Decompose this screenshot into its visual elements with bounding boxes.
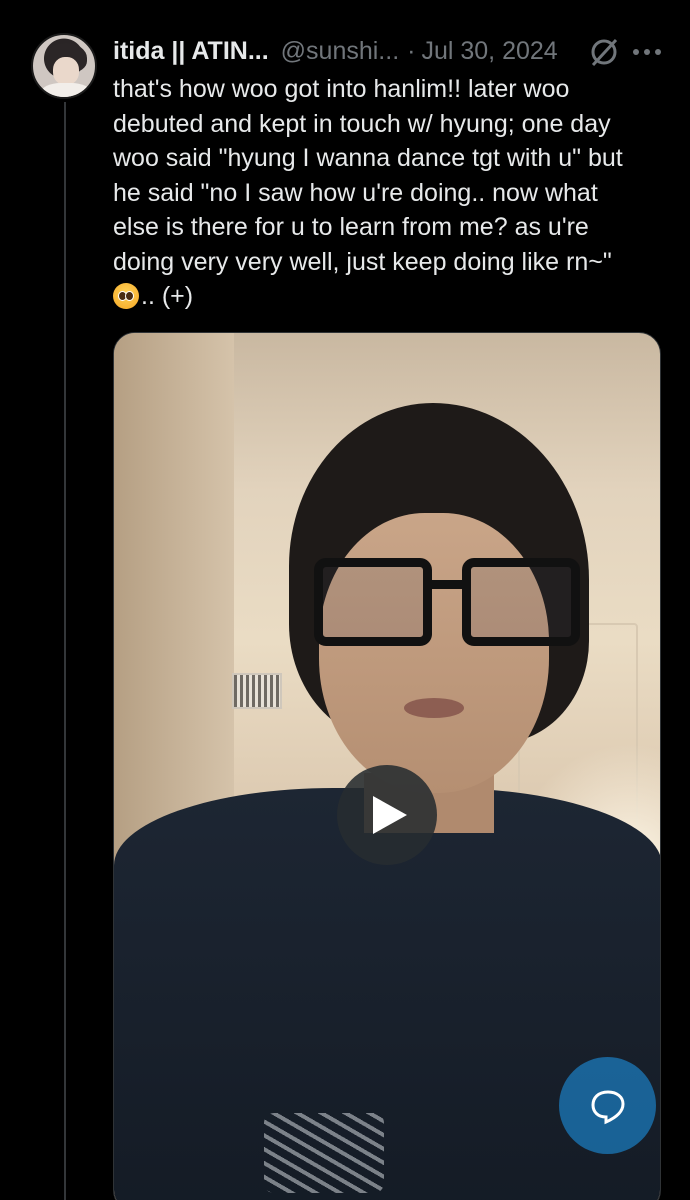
user-handle[interactable]: @sunshi... [281,37,399,66]
user-avatar[interactable] [31,33,97,99]
post-text-line: doing very very well, just keep doing li… [113,247,612,276]
play-button[interactable] [337,765,437,865]
separator-dot: · [407,36,416,65]
post-text-line: else is there for u to learn from me? as… [113,213,589,241]
post-header: itida || ATIN... @sunshi... · Jul 30, 20… [113,33,673,69]
post-text-line: he said "no I saw how u're doing.. now w… [113,178,598,207]
shirt-print [264,1113,384,1193]
play-icon [373,796,407,834]
thread-line [64,102,66,1200]
post-text-line: that's how woo got into hanlim!! later w… [113,75,570,103]
post-text: that's how woo got into hanlim!! later w… [113,72,673,314]
more-options-icon[interactable] [629,35,665,69]
post-text-line: debuted and kept in touch w/ hyung; one … [113,109,611,138]
reply-button[interactable] [559,1057,656,1154]
glasses [314,558,584,648]
grok-icon[interactable] [587,35,621,69]
person-face [319,513,549,793]
post-text-last-line: .. (+) [113,279,673,314]
wall-vent [232,673,282,709]
post-date[interactable]: Jul 30, 2024 [421,37,557,66]
reply-bubble-icon [590,1089,625,1124]
post-text-line: .. (+) [141,282,194,310]
post-text-line: woo said "hyung I wanna dance tgt with u… [113,144,623,172]
pleading-face-emoji [113,283,139,309]
display-name[interactable]: itida || ATIN... [113,37,269,66]
person-mouth [404,698,464,718]
